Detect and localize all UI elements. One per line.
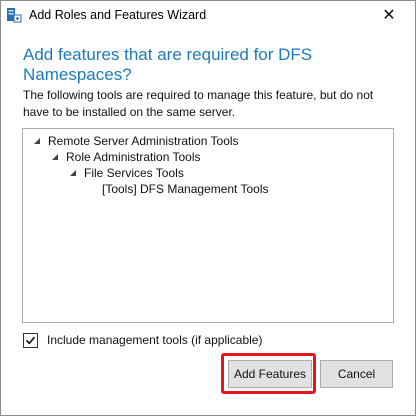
wizard-dialog: Add Roles and Features Wizard ✕ Add feat… xyxy=(0,0,416,416)
expanded-triangle-icon[interactable] xyxy=(32,136,42,146)
expanded-triangle-icon[interactable] xyxy=(50,152,60,162)
tree-item-label: [Tools] DFS Management Tools xyxy=(102,182,269,196)
tree-item-label: Remote Server Administration Tools xyxy=(48,134,239,148)
add-features-button[interactable]: Add Features xyxy=(228,360,312,388)
include-tools-checkbox[interactable] xyxy=(23,332,38,348)
include-tools-label: Include management tools (if applicable) xyxy=(47,333,263,347)
tree-item-dfs-management-tools[interactable]: [Tools] DFS Management Tools xyxy=(102,181,269,197)
title-bar[interactable]: Add Roles and Features Wizard ✕ xyxy=(1,1,415,31)
window-title: Add Roles and Features Wizard xyxy=(29,8,207,22)
tree-item-role-admin-tools[interactable]: Role Administration Tools xyxy=(50,149,201,165)
tree-item-file-services-tools[interactable]: File Services Tools xyxy=(68,165,184,181)
close-button[interactable]: ✕ xyxy=(375,3,403,27)
page-heading: Add features that are required for DFS N… xyxy=(23,45,313,84)
cancel-button[interactable]: Cancel xyxy=(320,360,393,388)
checkmark-icon xyxy=(25,336,36,344)
description-text: The following tools are required to mana… xyxy=(23,88,374,119)
expanded-triangle-icon[interactable] xyxy=(68,168,78,178)
include-management-tools[interactable]: Include management tools (if applicable) xyxy=(23,331,262,349)
tree-item-rsat[interactable]: Remote Server Administration Tools xyxy=(32,133,239,149)
tree-item-label: Role Administration Tools xyxy=(66,150,201,164)
close-icon: ✕ xyxy=(382,7,396,24)
server-manager-icon xyxy=(6,7,22,23)
feature-tree[interactable]: Remote Server Administration Tools Role … xyxy=(22,128,394,323)
tree-item-label: File Services Tools xyxy=(84,166,184,180)
